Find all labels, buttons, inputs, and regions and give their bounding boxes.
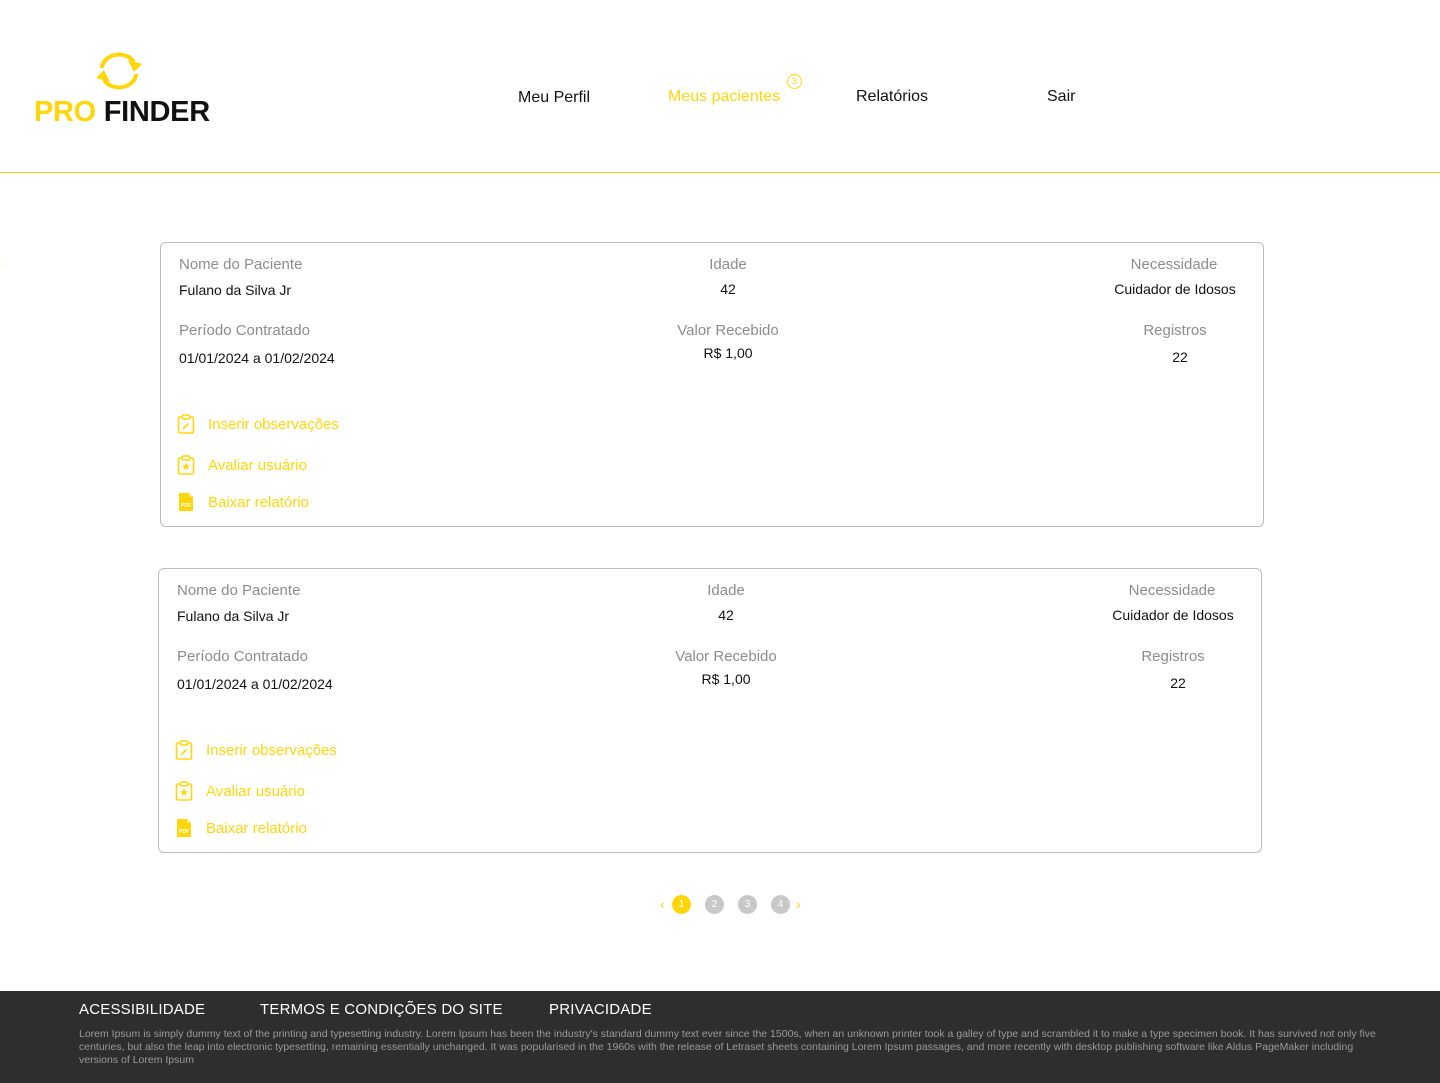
- logo-pro: PRO: [34, 96, 96, 128]
- records-value: 22: [1172, 349, 1188, 365]
- age-value: 42: [718, 607, 734, 623]
- patient-name-value: Fulano da Silva Jr: [179, 282, 292, 298]
- nav-meu-perfil[interactable]: Meu Perfil: [518, 89, 590, 107]
- period-value: 01/01/2024 a 01/02/2024: [177, 676, 333, 692]
- footer-link-privacy[interactable]: PRIVACIDADE: [549, 1001, 652, 1018]
- period-label: Período Contratado: [177, 648, 308, 665]
- pdf-file-icon: PDF: [177, 819, 191, 837]
- page-3-button[interactable]: 3: [738, 895, 757, 914]
- records-label: Registros: [1143, 322, 1207, 339]
- nav-relatorios[interactable]: Relatórios: [856, 88, 928, 106]
- page-4-button[interactable]: 4: [771, 895, 790, 914]
- patient-name-label: Nome do Paciente: [179, 256, 303, 273]
- patient-card: Nome do Paciente Fulano da Silva Jr Idad…: [160, 242, 1264, 527]
- patients-count-badge: 3: [787, 74, 802, 89]
- amount-value: R$ 1,00: [701, 671, 751, 687]
- nav-meus-pacientes[interactable]: Meus pacientes: [668, 88, 780, 106]
- svg-text:PDF: PDF: [179, 829, 189, 835]
- period-label: Período Contratado: [179, 322, 310, 339]
- need-label: Necessidade: [1130, 256, 1218, 273]
- patient-name-label: Nome do Paciente: [177, 582, 301, 599]
- period-value: 01/01/2024 a 01/02/2024: [179, 350, 335, 366]
- footer-description: Lorem Ipsum is simply dummy text of the …: [79, 1028, 1376, 1066]
- age-value: 42: [720, 281, 736, 297]
- chevron-left-icon[interactable]: [0, 256, 5, 266]
- rate-user-button[interactable]: Avaliar usuário: [177, 454, 307, 476]
- need-value: Cuidador de Idosos: [1112, 607, 1234, 623]
- logo[interactable]: PRO FINDER: [34, 48, 214, 130]
- download-report-label: Baixar relatório: [206, 819, 307, 837]
- age-label: Idade: [707, 582, 745, 599]
- svg-text:PDF: PDF: [181, 503, 191, 509]
- footer-link-terms[interactable]: TERMOS E CONDIÇÕES DO SITE: [260, 1001, 503, 1018]
- need-label: Necessidade: [1128, 582, 1216, 599]
- amount-label: Valor Recebido: [677, 322, 779, 339]
- patient-name-value: Fulano da Silva Jr: [177, 608, 290, 624]
- page-1-button[interactable]: 1: [672, 895, 691, 914]
- insert-notes-button[interactable]: Inserir observações: [177, 413, 339, 435]
- download-report-button[interactable]: PDF Baixar relatório: [175, 817, 307, 839]
- records-label: Registros: [1141, 648, 1205, 665]
- amount-label: Valor Recebido: [675, 648, 777, 665]
- nav-sair[interactable]: Sair: [1047, 88, 1075, 106]
- clipboard-edit-icon: [175, 740, 193, 760]
- clipboard-star-icon: [175, 781, 193, 801]
- insert-notes-label: Inserir observações: [206, 741, 337, 759]
- rate-user-label: Avaliar usuário: [208, 456, 307, 474]
- download-report-button[interactable]: PDF Baixar relatório: [177, 491, 309, 513]
- amount-value: R$ 1,00: [703, 345, 753, 361]
- logo-finder: FINDER: [103, 96, 210, 128]
- patient-card: Nome do Paciente Fulano da Silva Jr Idad…: [158, 568, 1262, 853]
- page-2-button[interactable]: 2: [705, 895, 724, 914]
- pagination-next-button[interactable]: ›: [796, 894, 801, 914]
- rate-user-button[interactable]: Avaliar usuário: [175, 780, 305, 802]
- pagination-prev-button[interactable]: ‹: [660, 894, 665, 914]
- rate-user-label: Avaliar usuário: [206, 782, 305, 800]
- insert-notes-button[interactable]: Inserir observações: [175, 739, 337, 761]
- download-report-label: Baixar relatório: [208, 493, 309, 511]
- refresh-arrows-icon: [96, 52, 142, 90]
- clipboard-edit-icon: [177, 414, 195, 434]
- pagination: ‹ 1 2 3 4 ›: [657, 894, 817, 914]
- age-label: Idade: [709, 256, 747, 273]
- footer-link-accessibility[interactable]: ACESSIBILIDADE: [79, 1001, 205, 1018]
- header: PRO FINDER Meu Perfil Meus pacientes 3 R…: [0, 0, 1440, 173]
- insert-notes-label: Inserir observações: [208, 415, 339, 433]
- need-value: Cuidador de Idosos: [1114, 281, 1236, 297]
- footer: ACESSIBILIDADE TERMOS E CONDIÇÕES DO SIT…: [0, 991, 1440, 1083]
- records-value: 22: [1170, 675, 1186, 691]
- pdf-file-icon: PDF: [179, 493, 193, 511]
- clipboard-star-icon: [177, 455, 195, 475]
- logo-text: PRO FINDER: [34, 96, 210, 129]
